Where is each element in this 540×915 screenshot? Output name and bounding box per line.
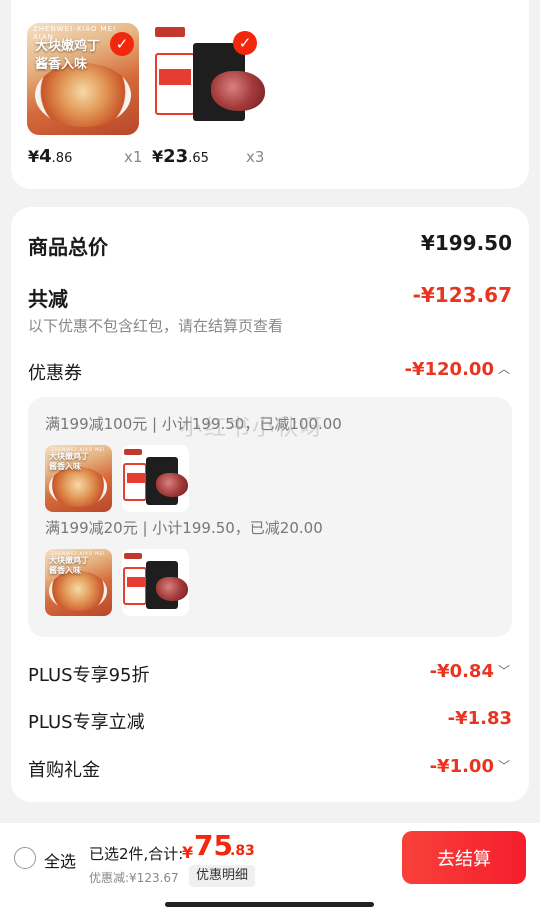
total-reduce-value: -¥123.67 [412,283,512,307]
total-amount-integer: 75 [194,829,233,862]
plus95-value: -¥0.84 [429,661,494,682]
coupon-toggle[interactable]: -¥120.00 ︿ [405,359,510,380]
beef-meat-illustration [211,71,265,111]
discount-detail-button[interactable]: 优惠明细 [189,865,256,887]
brand-logo-icon [155,27,185,37]
total-price-value: ¥199.50 [420,231,512,255]
first-gift-toggle[interactable]: -¥1.00 ﹀ [430,756,510,777]
dish-plate-illustration [49,571,107,611]
cart-items-card: ZHENWEI·XIAO MEI XIAN 大块嫩鸡丁 酱香入味 ✓ ✓ ¥4.… [11,0,529,189]
selected-summary-label: 已选2件,合计: [89,845,184,863]
dish-plate-illustration [49,467,107,507]
brand-logo-icon [124,553,142,559]
plus-reduce-value: -¥1.83 [447,708,512,729]
product-image-caption: 酱香入味 [35,57,88,72]
chevron-down-icon: ﹀ [497,759,510,773]
plus-reduce-label: PLUS专享立减 [28,712,145,733]
coupon-detail-panel: 满199减100元 | 小计199.50，已减100.00 ZHENWEI·XI… [28,397,512,637]
coupon-value: -¥120.00 [404,359,494,380]
product-image-caption: 酱香入味 [49,566,81,575]
coupon-rule-line: 满199减100元 | 小计199.50，已减100.00 [45,415,342,433]
item-price: ¥4.86 [28,146,73,167]
checkout-button[interactable]: 去结算 [402,831,526,884]
coupon-rule-line: 满199减20元 | 小计199.50，已减20.00 [45,519,323,537]
discount-note: 以下优惠不包含红包，请在结算页查看 [28,317,284,335]
chevron-down-icon: ﹀ [497,664,510,678]
first-gift-value: -¥1.00 [429,756,494,777]
product-image-caption: 大块嫩鸡丁 [35,39,101,54]
promo-box-illustration [155,53,195,115]
item-price: ¥23.65 [152,146,209,167]
chevron-up-icon: ︿ [497,362,510,376]
total-reduce-label: 共减 [28,287,68,311]
home-indicator [165,902,374,907]
selected-check-icon[interactable]: ✓ [110,32,134,56]
promo-box-illustration [123,567,147,605]
total-currency-symbol: ¥ [182,843,194,862]
promo-box-illustration [123,463,147,501]
beef-meat-illustration [156,473,188,497]
selected-check-icon[interactable]: ✓ [233,31,257,55]
beef-meat-illustration [156,577,188,601]
product-thumb-chicken[interactable]: ZHENWEI·XIAO MEI XIAN 大块嫩鸡丁 酱香入味 [45,445,112,512]
item-quantity: x1 [124,148,143,166]
item-quantity: x3 [246,148,265,166]
price-summary-card: 商品总价 ¥199.50 共减 -¥123.67 以下优惠不包含红包，请在结算页… [11,207,529,802]
plus95-label: PLUS专享95折 [28,665,150,686]
product-thumb-beef[interactable] [122,445,189,512]
checkout-bar: 全选 已选2件,合计: ¥ 75 .83 优惠减:¥123.67 优惠明细 去结… [0,823,540,915]
select-all-label[interactable]: 全选 [44,848,76,872]
select-all-radio[interactable] [14,847,36,869]
discount-amount: 优惠减:¥123.67 [89,871,179,885]
first-gift-label: 首购礼金 [28,760,100,781]
product-thumb-beef[interactable] [122,549,189,616]
product-image-caption: 酱香入味 [49,462,81,471]
total-amount-decimal: .83 [230,843,255,859]
total-price-label: 商品总价 [28,235,108,259]
coupon-label: 优惠券 [28,363,82,384]
brand-logo-icon [124,449,142,455]
plus95-toggle[interactable]: -¥0.84 ﹀ [430,661,510,682]
product-thumb-chicken[interactable]: ZHENWEI·XIAO MEI XIAN 大块嫩鸡丁 酱香入味 [45,549,112,616]
dish-plate-illustration [35,63,131,127]
